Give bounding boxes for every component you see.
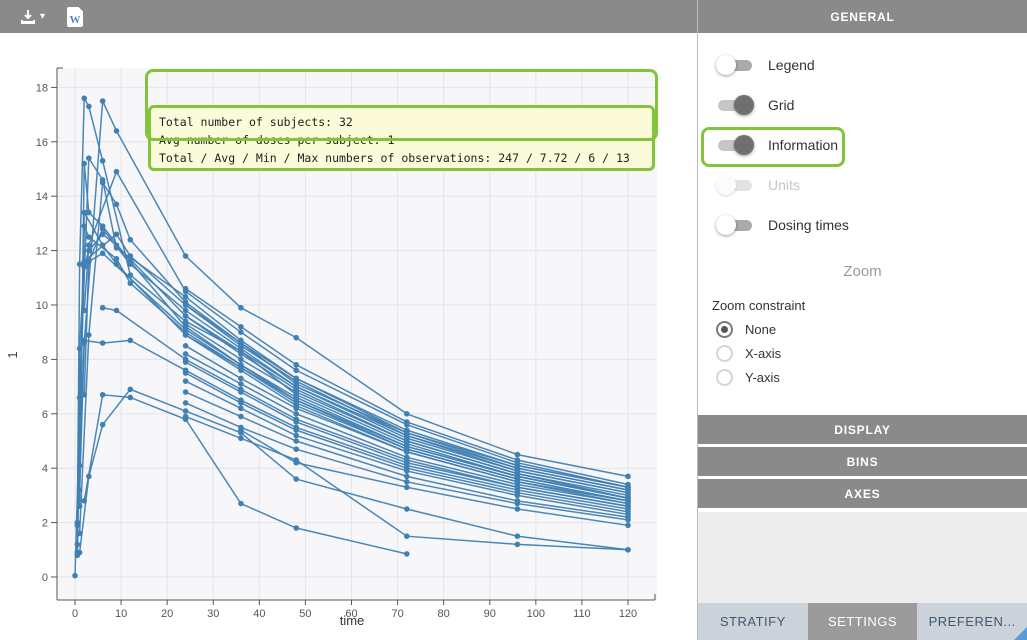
word-letter: W [67, 14, 83, 26]
plot-panel: ▾ W 024681012141618010203040506070809010… [0, 0, 697, 640]
radio-y-axis-label: Y-axis [745, 370, 780, 385]
legend-toggle[interactable] [716, 55, 754, 75]
zoom-constraint-label: Zoom constraint [712, 298, 1027, 313]
information-toggle-row[interactable]: Information [698, 125, 1027, 165]
svg-text:20: 20 [161, 608, 173, 620]
export-button[interactable]: ▾ [20, 9, 45, 25]
download-icon[interactable] [20, 9, 36, 25]
dosing-times-toggle[interactable] [716, 215, 754, 235]
info-line-2: Avg number of doses per subject: 1 [159, 133, 394, 147]
caret-down-icon[interactable]: ▾ [40, 12, 45, 22]
svg-text:6: 6 [42, 409, 48, 421]
tab-preferences[interactable]: PREFEREN... [917, 603, 1027, 640]
radio-y-axis[interactable] [716, 369, 733, 386]
dosing-times-toggle-label: Dosing times [768, 217, 849, 233]
zoom-section-title: Zoom [698, 263, 1027, 280]
radio-none-label: None [745, 322, 776, 337]
application-window: ▾ W 024681012141618010203040506070809010… [0, 0, 1027, 640]
settings-panel: GENERAL Legend Grid Information Units Do… [697, 0, 1027, 640]
info-line-3: Total / Avg / Min / Max numbers of obser… [159, 151, 630, 165]
svg-text:4: 4 [42, 463, 48, 475]
svg-text:8: 8 [42, 354, 48, 366]
tab-stratify[interactable]: STRATIFY [698, 603, 808, 640]
info-line-1: Total number of subjects: 32 [159, 115, 353, 129]
grid-toggle[interactable] [716, 95, 754, 115]
information-toggle-label: Information [768, 137, 838, 153]
svg-text:16: 16 [36, 137, 48, 149]
grid-toggle-row[interactable]: Grid [698, 85, 1027, 125]
legend-toggle-label: Legend [768, 57, 815, 73]
zoom-constraint-y-axis[interactable]: Y-axis [698, 365, 1027, 389]
x-axis-label: time [340, 613, 365, 628]
units-toggle-row: Units [698, 165, 1027, 205]
information-overlay: Total number of subjects: 32 Avg number … [148, 105, 655, 171]
svg-text:12: 12 [36, 246, 48, 258]
toggle-list: Legend Grid Information Units Dosing tim… [698, 33, 1027, 245]
svg-text:80: 80 [438, 608, 450, 620]
svg-text:0: 0 [72, 608, 78, 620]
svg-text:120: 120 [619, 608, 637, 620]
zoom-constraint-x-axis[interactable]: X-axis [698, 341, 1027, 365]
word-export-icon[interactable]: W [67, 7, 83, 27]
folded-corner [78, 7, 83, 12]
svg-text:50: 50 [299, 608, 311, 620]
units-toggle-label: Units [768, 177, 800, 193]
units-toggle [716, 175, 754, 195]
bottom-tab-bar: STRATIFY SETTINGS PREFEREN... [698, 603, 1027, 640]
y-axis-label: 1 [5, 351, 20, 358]
tab-settings[interactable]: SETTINGS [808, 603, 918, 640]
svg-text:90: 90 [484, 608, 496, 620]
radio-x-axis-label: X-axis [745, 346, 781, 361]
svg-text:30: 30 [207, 608, 219, 620]
radio-x-axis[interactable] [716, 345, 733, 362]
svg-text:10: 10 [115, 608, 127, 620]
svg-text:110: 110 [573, 608, 591, 620]
bins-accordion[interactable]: BINS [698, 447, 1027, 476]
svg-text:100: 100 [527, 608, 545, 620]
svg-text:0: 0 [42, 572, 48, 584]
plot-toolbar: ▾ W [0, 0, 697, 33]
svg-text:10: 10 [36, 300, 48, 312]
svg-text:40: 40 [253, 608, 265, 620]
svg-text:70: 70 [391, 608, 403, 620]
accordion-list: DISPLAY BINS AXES [698, 415, 1027, 508]
grid-toggle-label: Grid [768, 97, 794, 113]
svg-text:14: 14 [36, 191, 48, 203]
display-accordion[interactable]: DISPLAY [698, 415, 1027, 444]
chart-area[interactable]: 0246810121416180102030405060708090100110… [0, 33, 697, 640]
svg-text:2: 2 [42, 518, 48, 530]
dosing-times-toggle-row[interactable]: Dosing times [698, 205, 1027, 245]
radio-none[interactable] [716, 321, 733, 338]
zoom-constraint-none[interactable]: None [698, 317, 1027, 341]
svg-text:18: 18 [36, 82, 48, 94]
axes-accordion[interactable]: AXES [698, 479, 1027, 508]
legend-toggle-row[interactable]: Legend [698, 45, 1027, 85]
information-toggle[interactable] [716, 135, 754, 155]
resize-handle-icon[interactable] [1014, 627, 1027, 640]
general-section-header[interactable]: GENERAL [698, 0, 1027, 33]
menu-icon[interactable] [653, 7, 671, 13]
panel-filler [698, 512, 1027, 603]
